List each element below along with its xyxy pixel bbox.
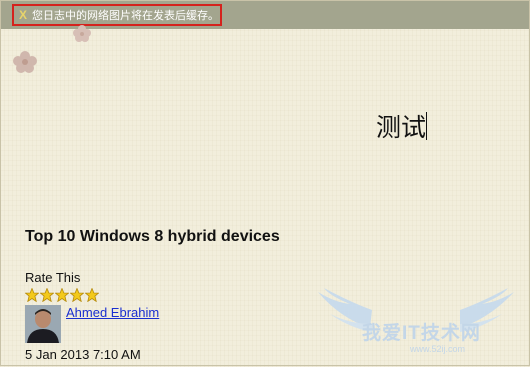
- editor-content[interactable]: 测试: [376, 108, 426, 144]
- star-icon[interactable]: [70, 288, 84, 302]
- text-caret: [426, 112, 427, 140]
- rating-stars[interactable]: [25, 288, 99, 302]
- star-icon[interactable]: [25, 288, 39, 302]
- author-link[interactable]: Ahmed Ebrahim: [66, 305, 159, 320]
- post-title: Top 10 Windows 8 hybrid devices: [25, 228, 280, 245]
- author-avatar[interactable]: [25, 305, 61, 343]
- image-cache-notice: X 您日志中的网络图片将在发表后缓存。: [12, 4, 222, 26]
- watermark-url: www.52ij.com: [410, 344, 466, 354]
- person-icon: [25, 305, 61, 343]
- notice-message: 您日志中的网络图片将在发表后缓存。: [32, 10, 220, 22]
- flower-decoration-icon: [73, 25, 91, 42]
- star-icon[interactable]: [55, 288, 69, 302]
- star-icon[interactable]: [85, 288, 99, 302]
- site-watermark: 我爱IT技术网 www.52ij.com: [310, 288, 522, 362]
- flower-decoration-icon: [13, 51, 37, 73]
- post-date: 5 Jan 2013 7:10 AM: [25, 347, 141, 362]
- watermark-text: 我爱IT技术网: [362, 323, 481, 344]
- rate-label: Rate This: [25, 270, 81, 285]
- close-notice-icon[interactable]: X: [19, 8, 27, 22]
- star-icon[interactable]: [40, 288, 54, 302]
